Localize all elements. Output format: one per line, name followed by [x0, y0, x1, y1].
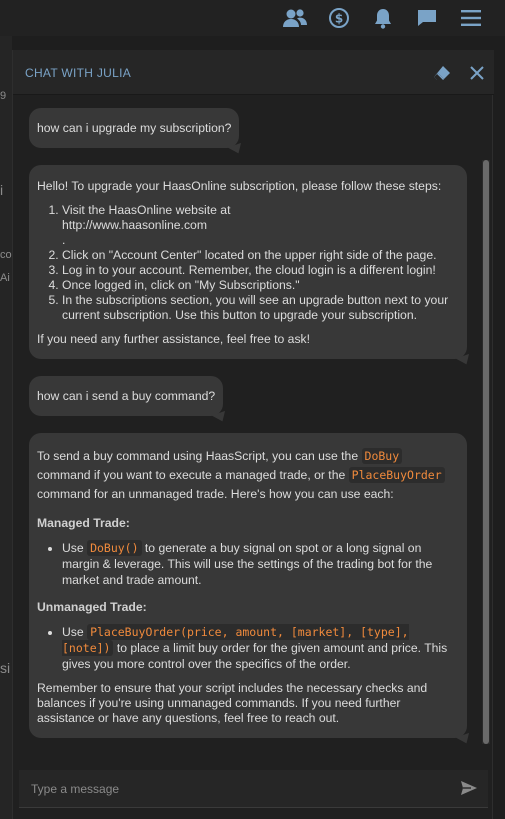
- section-heading: Unmanaged Trade:: [37, 600, 147, 614]
- text-run: to place a limit buy order for the given…: [62, 641, 448, 671]
- scrollbar-thumb[interactable]: [483, 160, 489, 744]
- message-text: how can i send a buy command?: [37, 388, 216, 403]
- edge-fragment: si: [0, 660, 11, 676]
- text-run: Use: [62, 625, 88, 639]
- message-outro: Remember to ensure that your script incl…: [37, 681, 428, 725]
- code-placebuyorder: PlaceBuyOrder: [348, 467, 445, 483]
- user-message: how can i send a buy command?: [29, 376, 229, 425]
- list-item: In the subscriptions section, you will s…: [62, 293, 459, 323]
- users-icon[interactable]: [282, 5, 308, 31]
- message-intro: Hello! To upgrade your HaasOnline subscr…: [37, 179, 442, 193]
- unmanaged-list: Use PlaceBuyOrder(price, amount, [market…: [62, 624, 459, 672]
- message-list[interactable]: how can i upgrade my subscription? Hello…: [13, 96, 494, 752]
- list-item: Log in to your account. Remember, the cl…: [62, 263, 459, 278]
- send-icon[interactable]: [460, 779, 480, 799]
- edge-fragment: co: [0, 249, 12, 261]
- section-heading: Managed Trade:: [37, 516, 130, 530]
- list-item: Use DoBuy() to generate a buy signal on …: [62, 540, 459, 588]
- list-item: Use PlaceBuyOrder(price, amount, [market…: [62, 624, 459, 672]
- list-item: Visit the HaasOnline website athttp://ww…: [62, 203, 459, 248]
- chat-header: CHAT WITH JULIA: [13, 50, 494, 95]
- background-page-edge: 9 i co Ai si: [0, 36, 12, 819]
- user-message: how can i upgrade my subscription?: [29, 108, 245, 157]
- text-run: command for an unmanaged trade. Here's h…: [37, 487, 394, 501]
- scrollbar[interactable]: [482, 160, 490, 744]
- bubble-tail: [455, 732, 473, 747]
- close-icon[interactable]: [467, 63, 487, 83]
- top-navigation-bar: $: [0, 0, 505, 36]
- text-run: To send a buy command using HaasScript, …: [37, 449, 362, 463]
- text-run: Use: [62, 541, 88, 555]
- assistant-message: Hello! To upgrade your HaasOnline subscr…: [29, 165, 473, 368]
- message-text: how can i upgrade my subscription?: [37, 120, 232, 135]
- code-dobuy: DoBuy: [361, 448, 403, 464]
- message-intro: To send a buy command using HaasScript, …: [37, 447, 459, 504]
- bell-icon[interactable]: [370, 5, 396, 31]
- chat-icon[interactable]: [414, 5, 440, 31]
- managed-list: Use DoBuy() to generate a buy signal on …: [62, 540, 459, 588]
- menu-icon[interactable]: [458, 5, 484, 31]
- bubble-tail: [228, 142, 245, 157]
- list-item: Once logged in, click on "My Subscriptio…: [62, 278, 459, 293]
- code-dobuy-call: DoBuy(): [87, 540, 142, 556]
- message-composer: [19, 770, 488, 808]
- message-outro: If you need any further assistance, feel…: [37, 332, 311, 346]
- bubble-tail: [212, 410, 229, 425]
- bubble-tail: [455, 353, 473, 368]
- dollar-icon[interactable]: $: [326, 5, 352, 31]
- text-run: command if you want to execute a managed…: [37, 468, 349, 482]
- edge-fragment: 9: [0, 90, 7, 102]
- edge-fragment: Ai: [0, 272, 10, 284]
- step-text: Visit the HaasOnline website at http://ww…: [62, 203, 231, 247]
- message-input[interactable]: [19, 770, 449, 808]
- chat-panel: CHAT WITH JULIA how can i upgrade my sub…: [12, 50, 494, 819]
- assistant-message: To send a buy command using HaasScript, …: [29, 433, 473, 747]
- eraser-icon[interactable]: [432, 63, 452, 83]
- list-item: Click on "Account Center" located on the…: [62, 248, 459, 263]
- steps-list: Visit the HaasOnline website athttp://ww…: [62, 203, 459, 323]
- svg-text:$: $: [335, 12, 343, 26]
- chat-title: CHAT WITH JULIA: [25, 66, 132, 80]
- edge-fragment: i: [0, 182, 4, 198]
